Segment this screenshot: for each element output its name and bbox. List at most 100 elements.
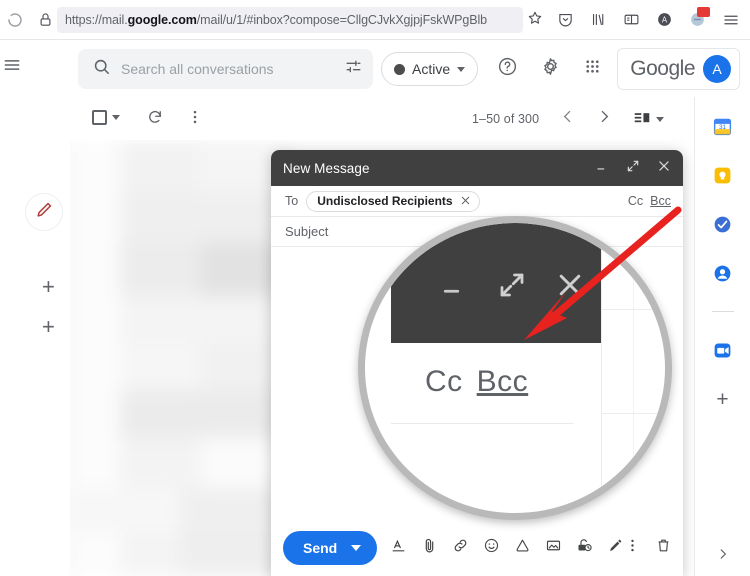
send-label: Send <box>303 540 338 556</box>
list-toolbar: 1–50 of 300 <box>70 100 680 140</box>
magnifier-bg-line <box>601 223 602 513</box>
trash-icon[interactable] <box>655 537 672 559</box>
list-toolbar-left <box>92 108 204 126</box>
checkbox-icon <box>92 109 107 125</box>
chevron-left-icon[interactable] <box>559 108 576 130</box>
magnifier-bg-line <box>601 309 665 310</box>
magnifier-bg-line <box>633 223 634 513</box>
send-button[interactable]: Send <box>283 531 378 565</box>
to-field-row[interactable]: To Undisclosed Recipients Cc Bcc <box>271 186 683 217</box>
google-calendar-icon[interactable]: 31 <box>712 115 734 137</box>
insert-photo-icon[interactable] <box>545 537 562 559</box>
avatar[interactable]: A <box>703 55 731 83</box>
google-tasks-icon[interactable] <box>712 213 734 235</box>
to-label: To <box>285 194 299 208</box>
add-label-button-1[interactable]: + <box>42 276 55 298</box>
bcc-link[interactable]: Bcc <box>650 194 671 208</box>
add-panel-app-button[interactable]: + <box>712 388 734 410</box>
expand-icon[interactable] <box>626 159 640 178</box>
extension-badge <box>697 7 710 17</box>
chevron-down-icon <box>656 116 665 122</box>
back-arrow-icon[interactable] <box>6 11 24 29</box>
screenshot-root: https://mail.google.com/mail/u/1/#inbox?… <box>0 0 750 576</box>
star-icon[interactable] <box>527 10 543 29</box>
chevron-down-icon <box>457 66 466 72</box>
expand-icon <box>497 270 527 305</box>
close-icon[interactable] <box>460 195 471 208</box>
compose-footer-right <box>624 537 672 559</box>
apps-grid-icon[interactable] <box>583 57 602 81</box>
library-icon[interactable] <box>590 11 607 28</box>
insert-signature-icon[interactable] <box>607 537 624 559</box>
reader-view-icon[interactable] <box>623 11 640 28</box>
padlock-icon[interactable] <box>38 12 53 27</box>
account-icon[interactable]: A <box>656 11 673 28</box>
compose-toolbar <box>390 537 624 559</box>
recipient-chip[interactable]: Undisclosed Recipients <box>306 190 480 212</box>
magnifier-callout: Cc Bcc <box>358 216 672 520</box>
expand-panel-button[interactable] <box>716 547 730 566</box>
confidential-mode-icon[interactable] <box>576 537 593 559</box>
url-text: https://mail.google.com/mail/u/1/#inbox?… <box>65 12 487 27</box>
panel-divider <box>711 311 734 312</box>
magnified-cc-label: Cc <box>425 365 463 398</box>
right-side-panel: 31 + <box>694 97 750 576</box>
layout-toggle[interactable] <box>633 111 665 127</box>
svg-text:A: A <box>662 15 668 24</box>
insert-emoji-icon[interactable] <box>483 537 500 559</box>
status-label: Active <box>412 61 451 77</box>
close-icon[interactable] <box>657 159 671 178</box>
magnifier-ring: Cc Bcc <box>358 216 672 520</box>
insert-drive-file-icon[interactable] <box>514 537 531 559</box>
pagination-count: 1–50 of 300 <box>472 112 540 126</box>
more-vertical-icon[interactable] <box>624 537 641 559</box>
more-vertical-icon[interactable] <box>186 108 204 126</box>
magnifier-content: Cc Bcc <box>365 223 665 513</box>
search-input[interactable]: Search all conversations <box>78 49 373 89</box>
subject-placeholder: Subject <box>285 224 329 239</box>
magnifier-bg-line <box>601 413 665 414</box>
left-rail: + + <box>0 97 70 576</box>
select-all-checkbox[interactable] <box>92 109 120 125</box>
google-meet-icon[interactable] <box>712 339 734 361</box>
magnified-window-controls <box>391 263 601 311</box>
app-menu-icon[interactable] <box>722 11 740 29</box>
extension-icon[interactable] <box>689 7 710 28</box>
compose-header[interactable]: New Message <box>271 150 683 186</box>
compose-footer: Send <box>271 520 683 576</box>
chevron-down-icon <box>112 114 120 120</box>
search-placeholder: Search all conversations <box>121 61 274 77</box>
refresh-button[interactable] <box>146 108 164 126</box>
list-toolbar-right: 1–50 of 300 <box>472 108 665 130</box>
hamburger-menu-icon[interactable] <box>2 55 22 80</box>
close-icon <box>555 270 585 305</box>
minimize-icon[interactable] <box>595 159 609 178</box>
browser-toolbar-icons: A <box>557 7 750 29</box>
url-bar[interactable]: https://mail.google.com/mail/u/1/#inbox?… <box>57 6 523 33</box>
browser-toolbar: https://mail.google.com/mail/u/1/#inbox?… <box>0 0 750 40</box>
attach-file-icon[interactable] <box>421 537 438 559</box>
google-keep-icon[interactable] <box>712 164 734 186</box>
chevron-right-icon[interactable] <box>596 108 613 130</box>
cc-link[interactable]: Cc <box>628 194 643 208</box>
account-switcher[interactable]: Google A <box>617 48 740 90</box>
status-badge[interactable]: Active <box>381 52 479 86</box>
minimize-icon <box>439 270 469 305</box>
tune-filter-icon[interactable] <box>344 57 363 81</box>
gear-icon[interactable] <box>540 56 561 82</box>
formatting-options-icon[interactable] <box>390 537 407 559</box>
pocket-save-icon[interactable] <box>557 11 574 28</box>
insert-link-icon[interactable] <box>452 537 469 559</box>
google-contacts-icon[interactable] <box>712 262 734 284</box>
add-label-button-2[interactable]: + <box>42 316 55 338</box>
chevron-down-icon[interactable] <box>351 545 362 551</box>
compose-window-controls <box>595 159 671 178</box>
recipient-chip-label: Undisclosed Recipients <box>317 194 453 208</box>
help-circle-icon[interactable] <box>497 56 518 82</box>
magnified-bcc-label: Bcc <box>476 365 529 398</box>
magnified-divider <box>391 423 573 424</box>
compose-button[interactable] <box>25 193 63 231</box>
brand-label: Google <box>630 57 695 80</box>
pencil-compose-icon <box>35 200 54 224</box>
status-dot <box>394 63 405 75</box>
